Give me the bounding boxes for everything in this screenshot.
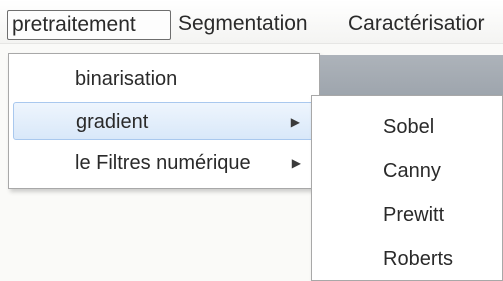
menu-item-label: gradient <box>76 111 149 133</box>
gradient-submenu: Sobel Canny Prewitt Roberts <box>311 95 503 281</box>
submenu-arrow-icon: ▶ <box>290 115 300 129</box>
submenu-arrow-icon: ▶ <box>291 156 301 170</box>
menu-item-label: le Filtres numérique <box>75 152 251 174</box>
pretraitement-dropdown: binarisation gradient ▶ le Filtres numér… <box>8 53 320 189</box>
submenu-item-canny[interactable]: Canny <box>383 153 441 189</box>
menu-item-binarisation[interactable]: binarisation <box>13 60 315 98</box>
background-gray-band <box>320 55 503 95</box>
menu-item-filtres-numerique[interactable]: le Filtres numérique ▶ <box>13 144 315 182</box>
submenu-item-roberts[interactable]: Roberts <box>383 241 453 277</box>
menu-caracterisation[interactable]: Caractérisatior <box>348 10 485 40</box>
menu-segmentation[interactable]: Segmentation <box>178 10 308 40</box>
menu-pretraitement[interactable]: pretraitement <box>7 10 171 40</box>
menu-bar: pretraitement Segmentation Caractérisati… <box>0 0 503 44</box>
submenu-item-sobel[interactable]: Sobel <box>383 109 434 145</box>
menu-item-gradient[interactable]: gradient ▶ <box>13 102 315 140</box>
menu-item-label: binarisation <box>75 68 178 90</box>
submenu-item-prewitt[interactable]: Prewitt <box>383 197 444 233</box>
